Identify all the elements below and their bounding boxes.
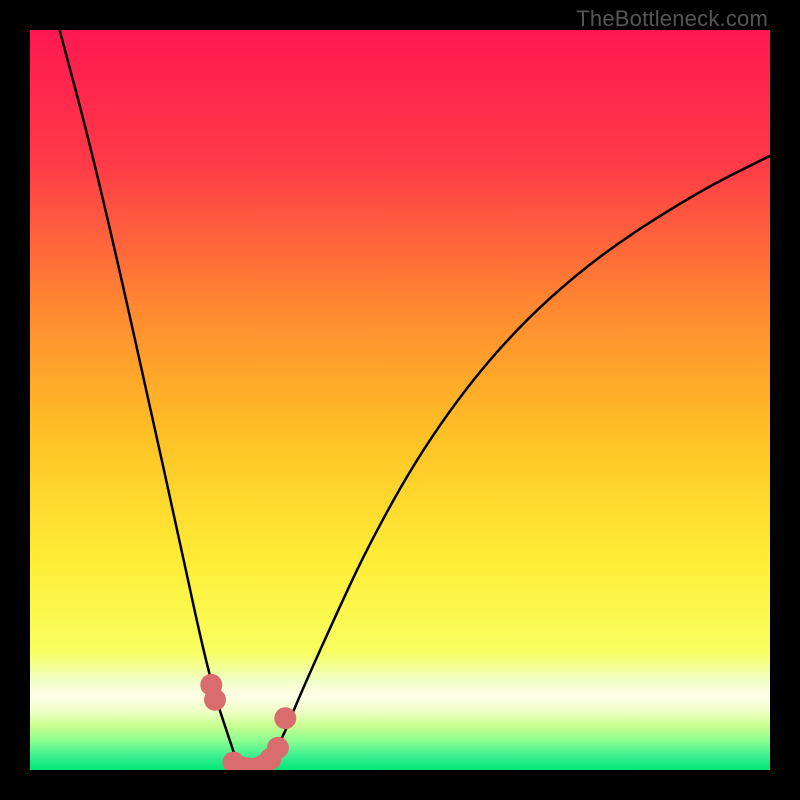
chart-area — [30, 30, 770, 770]
marker-point — [204, 689, 226, 711]
highlight-markers — [200, 674, 296, 770]
marker-point — [267, 737, 289, 759]
chart-overlay — [30, 30, 770, 770]
bottleneck-curve — [60, 30, 770, 770]
watermark-text: TheBottleneck.com — [576, 6, 768, 32]
marker-point — [274, 707, 296, 729]
